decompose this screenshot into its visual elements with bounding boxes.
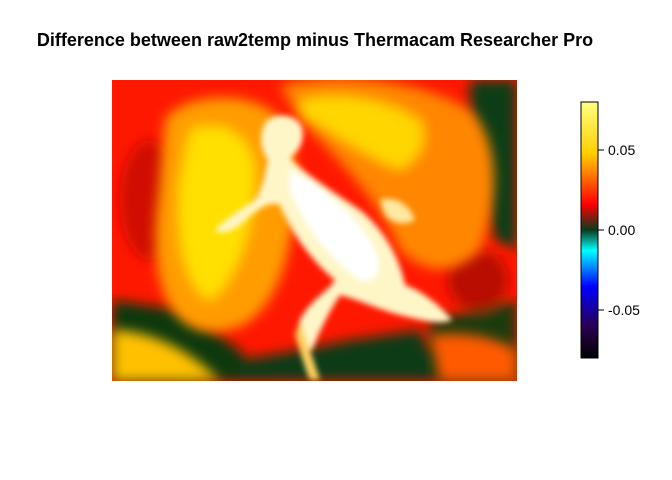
- colorbar-tick-label: 0.00: [608, 222, 635, 238]
- colorbar-axis: -0.05 0.00 0.05: [598, 142, 640, 318]
- colorbar: [580, 101, 599, 359]
- heatmap-image: [112, 80, 517, 381]
- heatmap-figure: -0.05 0.00 0.05: [112, 80, 640, 381]
- colorbar-tick-label: -0.05: [608, 302, 640, 318]
- colorbar-tick-label: 0.05: [608, 142, 635, 158]
